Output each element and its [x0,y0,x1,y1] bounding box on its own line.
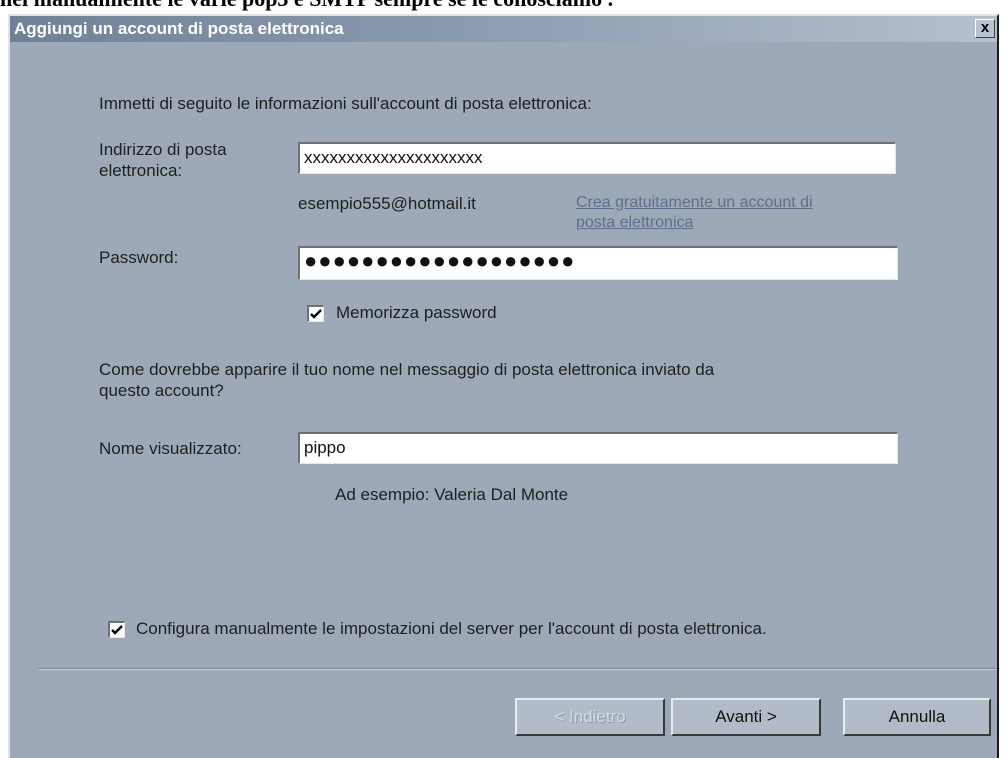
email-example-text: esempio555@hotmail.it [298,194,476,213]
dialog-title: Aggiungi un account di posta elettronica [14,19,344,38]
document-text-fragment: nel manualmente le varie pop3 e SMTP sem… [0,0,613,10]
intro-text: Immetti di seguito le informazioni sull'… [99,94,592,113]
close-button[interactable]: x [975,19,995,38]
email-label-line2: elettronica: [99,161,183,180]
display-name-input[interactable]: pippo [298,432,898,464]
close-icon: x [980,19,990,36]
remember-password-checkbox[interactable] [307,305,324,322]
checkmark-icon [310,309,322,319]
checkmark-icon [111,625,123,635]
display-name-question-line2: questo account? [99,381,224,400]
display-name-question-line1: Come dovrebbe apparire il tuo nome nel m… [99,360,715,379]
email-label-line1: Indirizzo di posta [99,140,227,159]
manual-config-checkbox[interactable] [108,621,125,638]
create-free-account-link[interactable]: Crea gratuitamente un account di posta e… [576,193,813,233]
display-name-label: Nome visualizzato: [99,439,242,458]
create-account-link-line2[interactable]: posta elettronica [576,213,813,233]
display-name-example: Ad esempio: Valeria Dal Monte [335,485,569,504]
next-button[interactable]: Avanti > [671,698,821,736]
dialog-title-bar[interactable]: Aggiungi un account di posta elettronica… [10,16,997,42]
password-input[interactable]: ●●●●●●●●●●●●●●●●●●● [298,246,898,280]
email-address-input[interactable]: xxxxxxxxxxxxxxxxxxxxx [298,142,896,174]
back-button[interactable]: < Indietro [515,698,665,736]
add-email-account-dialog: Aggiungi un account di posta elettronica… [8,14,999,758]
manual-config-label[interactable]: Configura manualmente le impostazioni de… [136,619,767,639]
cancel-button[interactable]: Annulla [843,698,991,736]
remember-password-label[interactable]: Memorizza password [336,303,497,323]
create-account-link-line1[interactable]: Crea gratuitamente un account di [576,193,813,213]
button-separator [38,668,997,670]
password-label: Password: [99,248,179,267]
